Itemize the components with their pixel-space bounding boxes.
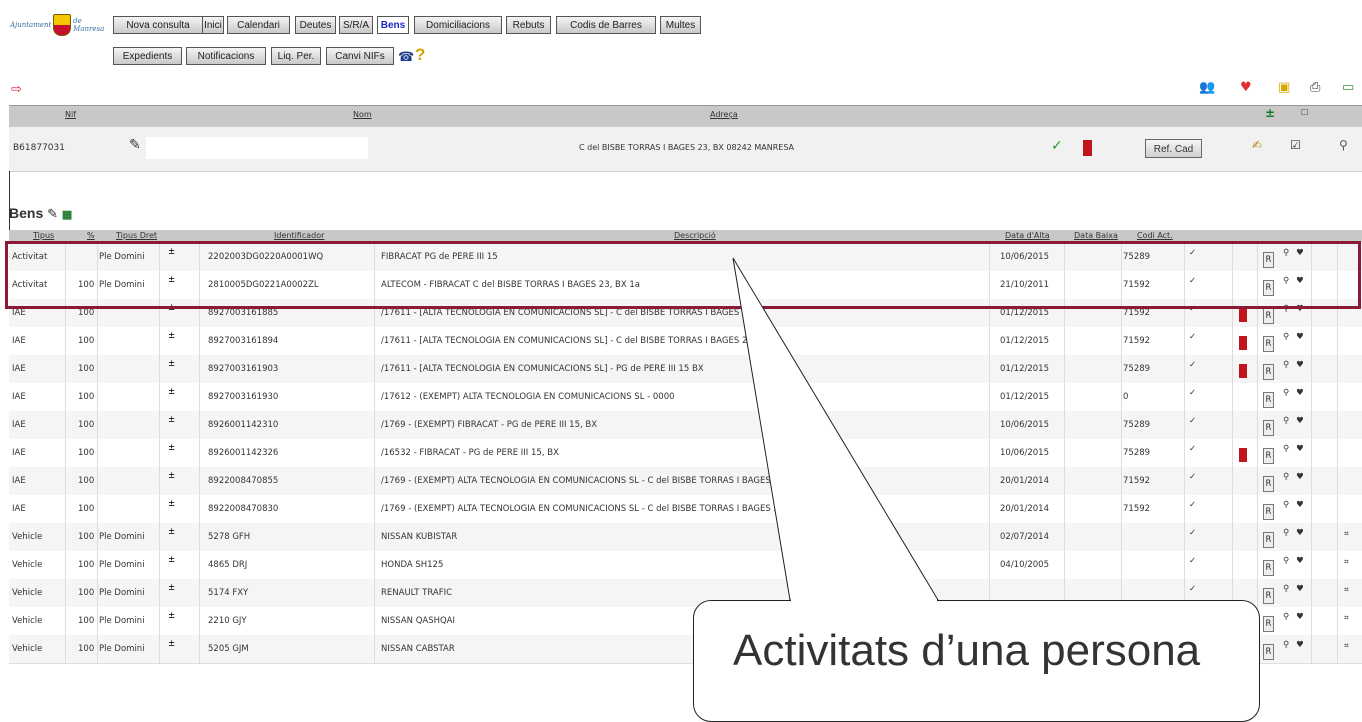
callout-pointer-mask	[791, 598, 937, 602]
callout-text: Activitats d’una persona	[733, 626, 1201, 675]
